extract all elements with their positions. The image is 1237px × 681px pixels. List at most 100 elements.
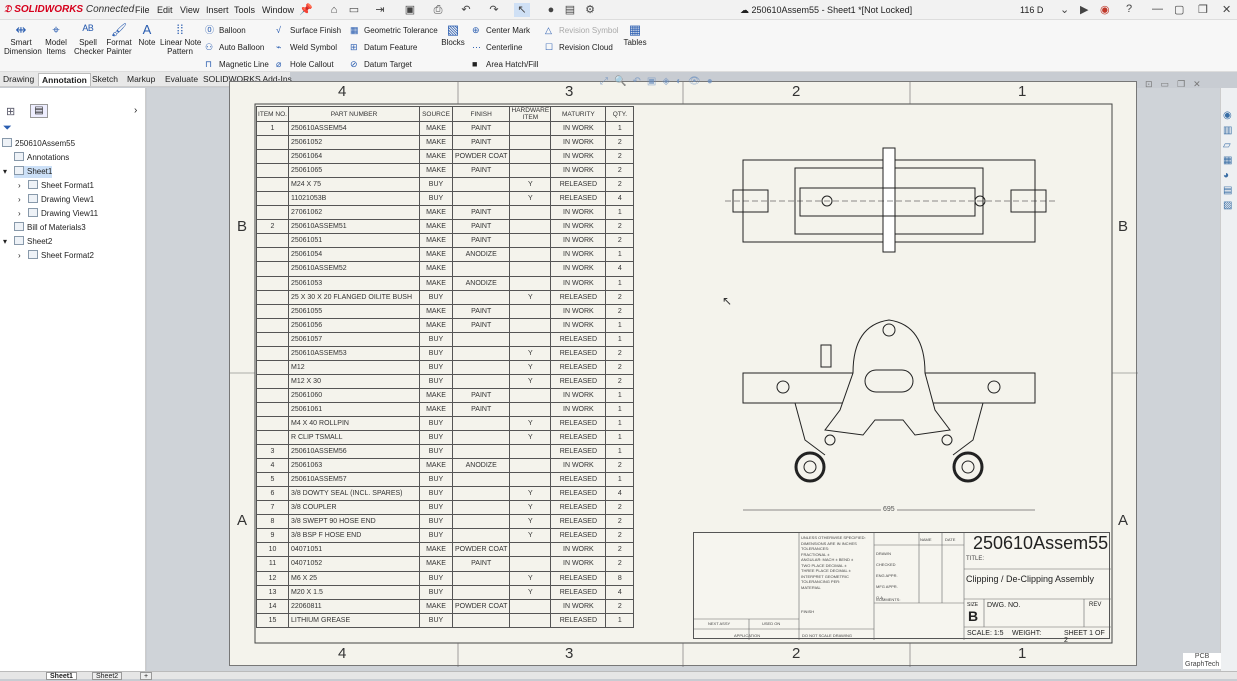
- table-cell[interactable]: Y: [509, 177, 552, 193]
- table-cell[interactable]: [451, 612, 511, 628]
- table-cell[interactable]: Y: [509, 359, 552, 375]
- table-cell[interactable]: 25061061: [288, 401, 420, 417]
- tab-drawing[interactable]: Drawing: [0, 73, 37, 86]
- table-cell[interactable]: [509, 444, 552, 460]
- table-row[interactable]: R CLIP TSMALL BUY Y RELEASED 1: [256, 430, 635, 446]
- table-cell[interactable]: 11: [256, 556, 289, 572]
- table-cell[interactable]: PAINT: [451, 303, 511, 319]
- column-header[interactable]: SOURCE: [419, 106, 453, 122]
- viewport-controls[interactable]: ⊡▭❐✕: [1145, 79, 1209, 90]
- table-cell[interactable]: 1: [605, 317, 635, 333]
- table-cell[interactable]: R CLIP TSMALL: [288, 430, 420, 446]
- table-cell[interactable]: IN WORK: [550, 598, 607, 614]
- filter-icon[interactable]: ⏷: [3, 122, 12, 135]
- table-cell[interactable]: 1: [605, 331, 635, 347]
- table-row[interactable]: 9 3/8 BSP F HOSE END BUY Y RELEASED 2: [256, 528, 635, 544]
- table-cell[interactable]: POWDER COAT: [451, 542, 511, 558]
- table-cell[interactable]: PAINT: [451, 387, 511, 403]
- table-cell[interactable]: IN WORK: [550, 120, 607, 137]
- table-cell[interactable]: 2: [605, 528, 635, 544]
- table-row[interactable]: 25061056 MAKE PAINT IN WORK 1: [256, 317, 635, 333]
- table-cell[interactable]: M6 X 25: [288, 570, 420, 586]
- table-cell[interactable]: 4: [605, 191, 635, 207]
- spell-checker-button[interactable]: ᴬᴮ Spell Checker: [74, 22, 104, 56]
- table-cell[interactable]: [509, 401, 552, 417]
- geometric-tolerance-button[interactable]: ▦ Geometric Tolerance: [350, 24, 438, 36]
- tab-annotation[interactable]: Annotation: [38, 73, 91, 86]
- app-logo[interactable]: 𝔇 SOLIDWORKS Connected: [4, 4, 134, 15]
- note-button[interactable]: A Note: [137, 22, 157, 47]
- table-cell[interactable]: BUY: [419, 570, 453, 586]
- table-cell[interactable]: [451, 430, 511, 446]
- tables-button[interactable]: ▦ Tables: [622, 22, 648, 47]
- bill-of-materials-table[interactable]: ITEM NO. PART NUMBER SOURCE FINISH HARDWARE …: [256, 106, 635, 628]
- table-cell[interactable]: POWDER COAT: [451, 598, 511, 614]
- file-properties-icon[interactable]: ▤: [562, 3, 578, 17]
- table-cell[interactable]: RELEASED: [550, 359, 607, 375]
- view-palette-icon[interactable]: ▦: [1223, 153, 1232, 168]
- table-cell[interactable]: M12: [288, 359, 420, 375]
- table-cell[interactable]: 1: [605, 120, 635, 137]
- traffic-light-icon[interactable]: ●: [543, 3, 559, 17]
- tree-bom[interactable]: Bill of Materials3: [14, 222, 86, 234]
- table-cell[interactable]: 25061063: [288, 458, 420, 474]
- table-row[interactable]: 11 04071052 MAKE PAINT IN WORK 2: [256, 556, 635, 572]
- table-cell[interactable]: MAKE: [419, 401, 453, 417]
- table-cell[interactable]: [451, 528, 511, 544]
- table-cell[interactable]: 2: [605, 373, 635, 389]
- menu-file[interactable]: File: [135, 5, 150, 15]
- table-cell[interactable]: RELEASED: [550, 345, 607, 361]
- blocks-button[interactable]: ▧ Blocks: [441, 22, 465, 47]
- table-cell[interactable]: 3/8 COUPLER: [288, 500, 420, 516]
- table-cell[interactable]: [451, 514, 511, 530]
- table-cell[interactable]: MAKE: [419, 135, 453, 151]
- undo-icon[interactable]: ↶: [458, 3, 474, 17]
- table-cell[interactable]: RELEASED: [550, 486, 607, 502]
- table-cell[interactable]: [451, 373, 511, 389]
- table-cell[interactable]: IN WORK: [550, 303, 607, 319]
- table-cell[interactable]: M4 X 40 ROLLPIN: [288, 415, 420, 432]
- tree-sheet2[interactable]: Sheet2: [14, 236, 52, 248]
- table-cell[interactable]: [509, 317, 552, 333]
- table-cell[interactable]: [451, 486, 511, 502]
- table-cell[interactable]: 5: [256, 472, 289, 488]
- table-cell[interactable]: 250610ASSEM54: [288, 120, 420, 137]
- table-row[interactable]: 25061064 MAKE POWDER COAT IN WORK 2: [256, 149, 635, 165]
- table-cell[interactable]: 7: [256, 500, 289, 516]
- table-cell[interactable]: [256, 205, 289, 221]
- table-cell[interactable]: BUY: [419, 430, 453, 446]
- table-cell[interactable]: 250610ASSEM52: [288, 261, 420, 277]
- table-cell[interactable]: MAKE: [419, 149, 453, 165]
- table-cell[interactable]: BUY: [419, 373, 453, 389]
- table-cell[interactable]: BUY: [419, 345, 453, 361]
- table-cell[interactable]: RELEASED: [550, 415, 607, 432]
- table-cell[interactable]: [509, 149, 552, 165]
- table-cell[interactable]: [451, 500, 511, 516]
- area-hatch-button[interactable]: ■ Area Hatch/Fill: [472, 58, 538, 70]
- table-cell[interactable]: 250610ASSEM57: [288, 472, 420, 488]
- redo-icon[interactable]: ↷: [486, 3, 502, 17]
- table-cell[interactable]: [451, 289, 511, 305]
- table-cell[interactable]: 2: [605, 458, 635, 474]
- options-gear-icon[interactable]: ⚙: [582, 3, 598, 17]
- table-cell[interactable]: 2: [605, 598, 635, 614]
- smart-dimension-button[interactable]: ⇹ Smart Dimension: [4, 22, 42, 56]
- table-cell[interactable]: IN WORK: [550, 317, 607, 333]
- table-cell[interactable]: IN WORK: [550, 556, 607, 572]
- table-cell[interactable]: PAINT: [451, 205, 511, 221]
- open-icon[interactable]: ⇥: [372, 3, 388, 17]
- table-row[interactable]: 12 M6 X 25 BUY Y RELEASED 8: [256, 570, 635, 586]
- table-cell[interactable]: 250610ASSEM53: [288, 345, 420, 361]
- table-row[interactable]: 7 3/8 COUPLER BUY Y RELEASED 2: [256, 500, 635, 516]
- tree-root[interactable]: 250610Assem55: [2, 138, 75, 150]
- table-cell[interactable]: [509, 247, 552, 263]
- table-cell[interactable]: M20 X 1.5: [288, 584, 420, 600]
- table-cell[interactable]: Y: [509, 430, 552, 446]
- table-cell[interactable]: 4: [605, 584, 635, 600]
- table-cell[interactable]: 04071052: [288, 556, 420, 572]
- tab-evaluate[interactable]: Evaluate: [162, 73, 201, 86]
- table-cell[interactable]: 13: [256, 584, 289, 600]
- table-row[interactable]: 25061065 MAKE PAINT IN WORK 2: [256, 163, 635, 179]
- table-cell[interactable]: 4: [605, 486, 635, 502]
- table-cell[interactable]: IN WORK: [550, 135, 607, 151]
